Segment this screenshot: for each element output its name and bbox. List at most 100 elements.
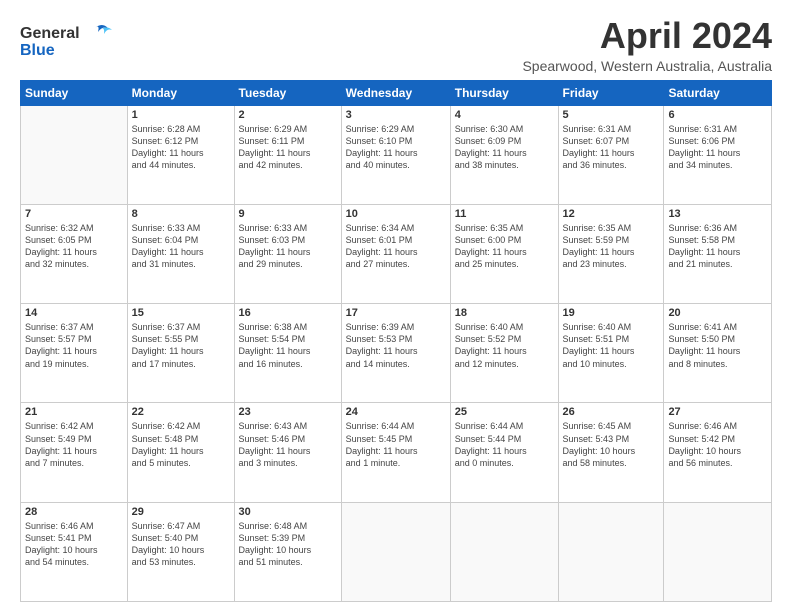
week-row-5: 28 Sunrise: 6:46 AM Sunset: 5:41 PM Dayli…	[21, 502, 772, 601]
svg-text:General: General	[20, 25, 80, 42]
day-cell: 1 Sunrise: 6:28 AM Sunset: 6:12 PM Daylig…	[127, 105, 234, 204]
day-number: 29	[132, 506, 230, 518]
day-number: 4	[455, 109, 554, 121]
day-number: 22	[132, 406, 230, 418]
week-row-2: 7 Sunrise: 6:32 AM Sunset: 6:05 PM Daylig…	[21, 204, 772, 303]
day-cell: 26 Sunrise: 6:45 AM Sunset: 5:43 PM Dayli…	[558, 403, 664, 502]
day-number: 23	[239, 406, 337, 418]
day-number: 9	[239, 208, 337, 220]
header: General Blue April 2024 Spearwood, Weste…	[20, 16, 772, 74]
day-cell	[558, 502, 664, 601]
calendar: Sunday Monday Tuesday Wednesday Thursday…	[20, 80, 772, 602]
day-number: 28	[25, 506, 123, 518]
day-number: 25	[455, 406, 554, 418]
header-friday: Friday	[558, 80, 664, 105]
day-number: 1	[132, 109, 230, 121]
day-number: 18	[455, 307, 554, 319]
day-cell: 27 Sunrise: 6:46 AM Sunset: 5:42 PM Dayli…	[664, 403, 772, 502]
day-info: Sunrise: 6:40 AM Sunset: 5:52 PM Dayligh…	[455, 321, 554, 370]
day-number: 26	[563, 406, 660, 418]
day-info: Sunrise: 6:38 AM Sunset: 5:54 PM Dayligh…	[239, 321, 337, 370]
day-info: Sunrise: 6:46 AM Sunset: 5:42 PM Dayligh…	[668, 420, 767, 469]
day-cell: 30Sunrise: 6:48 AM Sunset: 5:39 PM Dayli…	[234, 502, 341, 601]
day-number: 2	[239, 109, 337, 121]
day-info: Sunrise: 6:48 AM Sunset: 5:39 PM Dayligh…	[239, 520, 337, 569]
day-number: 5	[563, 109, 660, 121]
location-subtitle: Spearwood, Western Australia, Australia	[522, 58, 772, 74]
day-number: 6	[668, 109, 767, 121]
logo-text: General Blue	[20, 20, 115, 67]
day-cell: 25Sunrise: 6:44 AM Sunset: 5:44 PM Dayli…	[450, 403, 558, 502]
day-info: Sunrise: 6:37 AM Sunset: 5:55 PM Dayligh…	[132, 321, 230, 370]
day-info: Sunrise: 6:31 AM Sunset: 6:07 PM Dayligh…	[563, 123, 660, 172]
day-cell: 14 Sunrise: 6:37 AM Sunset: 5:57 PM Dayli…	[21, 304, 128, 403]
day-info: Sunrise: 6:47 AM Sunset: 5:40 PM Dayligh…	[132, 520, 230, 569]
day-number: 16	[239, 307, 337, 319]
header-saturday: Saturday	[664, 80, 772, 105]
svg-text:Blue: Blue	[20, 42, 55, 59]
day-cell: 7 Sunrise: 6:32 AM Sunset: 6:05 PM Daylig…	[21, 204, 128, 303]
header-thursday: Thursday	[450, 80, 558, 105]
day-cell	[664, 502, 772, 601]
day-info: Sunrise: 6:29 AM Sunset: 6:11 PM Dayligh…	[239, 123, 337, 172]
day-info: Sunrise: 6:39 AM Sunset: 5:53 PM Dayligh…	[346, 321, 446, 370]
day-cell: 21Sunrise: 6:42 AM Sunset: 5:49 PM Dayli…	[21, 403, 128, 502]
day-number: 8	[132, 208, 230, 220]
day-info: Sunrise: 6:46 AM Sunset: 5:41 PM Dayligh…	[25, 520, 123, 569]
week-row-4: 21Sunrise: 6:42 AM Sunset: 5:49 PM Dayli…	[21, 403, 772, 502]
day-info: Sunrise: 6:43 AM Sunset: 5:46 PM Dayligh…	[239, 420, 337, 469]
month-title: April 2024	[522, 16, 772, 56]
day-cell: 6Sunrise: 6:31 AM Sunset: 6:06 PM Daylig…	[664, 105, 772, 204]
day-cell: 13 Sunrise: 6:36 AM Sunset: 5:58 PM Dayli…	[664, 204, 772, 303]
day-cell: 15 Sunrise: 6:37 AM Sunset: 5:55 PM Dayli…	[127, 304, 234, 403]
day-number: 13	[668, 208, 767, 220]
day-info: Sunrise: 6:41 AM Sunset: 5:50 PM Dayligh…	[668, 321, 767, 370]
day-info: Sunrise: 6:29 AM Sunset: 6:10 PM Dayligh…	[346, 123, 446, 172]
calendar-table: Sunday Monday Tuesday Wednesday Thursday…	[20, 80, 772, 602]
day-cell: 10Sunrise: 6:34 AM Sunset: 6:01 PM Dayli…	[341, 204, 450, 303]
logo: General Blue	[20, 20, 115, 67]
week-row-3: 14 Sunrise: 6:37 AM Sunset: 5:57 PM Dayli…	[21, 304, 772, 403]
day-cell: 20 Sunrise: 6:41 AM Sunset: 5:50 PM Dayli…	[664, 304, 772, 403]
day-cell: 29 Sunrise: 6:47 AM Sunset: 5:40 PM Dayli…	[127, 502, 234, 601]
day-info: Sunrise: 6:36 AM Sunset: 5:58 PM Dayligh…	[668, 222, 767, 271]
day-number: 3	[346, 109, 446, 121]
day-cell: 24 Sunrise: 6:44 AM Sunset: 5:45 PM Dayli…	[341, 403, 450, 502]
day-info: Sunrise: 6:37 AM Sunset: 5:57 PM Dayligh…	[25, 321, 123, 370]
day-info: Sunrise: 6:34 AM Sunset: 6:01 PM Dayligh…	[346, 222, 446, 271]
day-number: 7	[25, 208, 123, 220]
day-number: 24	[346, 406, 446, 418]
day-cell: 19 Sunrise: 6:40 AM Sunset: 5:51 PM Dayli…	[558, 304, 664, 403]
days-header-row: Sunday Monday Tuesday Wednesday Thursday…	[21, 80, 772, 105]
day-cell: 2 Sunrise: 6:29 AM Sunset: 6:11 PM Daylig…	[234, 105, 341, 204]
day-cell: 9 Sunrise: 6:33 AM Sunset: 6:03 PM Daylig…	[234, 204, 341, 303]
header-monday: Monday	[127, 80, 234, 105]
day-cell: 18 Sunrise: 6:40 AM Sunset: 5:52 PM Dayli…	[450, 304, 558, 403]
day-number: 20	[668, 307, 767, 319]
day-cell: 17Sunrise: 6:39 AM Sunset: 5:53 PM Dayli…	[341, 304, 450, 403]
day-cell: 28 Sunrise: 6:46 AM Sunset: 5:41 PM Dayli…	[21, 502, 128, 601]
day-cell: 16 Sunrise: 6:38 AM Sunset: 5:54 PM Dayli…	[234, 304, 341, 403]
header-sunday: Sunday	[21, 80, 128, 105]
day-number: 19	[563, 307, 660, 319]
day-number: 27	[668, 406, 767, 418]
day-number: 11	[455, 208, 554, 220]
day-info: Sunrise: 6:33 AM Sunset: 6:04 PM Dayligh…	[132, 222, 230, 271]
day-info: Sunrise: 6:33 AM Sunset: 6:03 PM Dayligh…	[239, 222, 337, 271]
day-info: Sunrise: 6:32 AM Sunset: 6:05 PM Dayligh…	[25, 222, 123, 271]
day-info: Sunrise: 6:40 AM Sunset: 5:51 PM Dayligh…	[563, 321, 660, 370]
day-info: Sunrise: 6:28 AM Sunset: 6:12 PM Dayligh…	[132, 123, 230, 172]
header-wednesday: Wednesday	[341, 80, 450, 105]
day-cell: 11Sunrise: 6:35 AM Sunset: 6:00 PM Dayli…	[450, 204, 558, 303]
page: General Blue April 2024 Spearwood, Weste…	[0, 0, 792, 612]
day-info: Sunrise: 6:30 AM Sunset: 6:09 PM Dayligh…	[455, 123, 554, 172]
day-number: 15	[132, 307, 230, 319]
day-cell	[21, 105, 128, 204]
day-number: 12	[563, 208, 660, 220]
day-cell: 12Sunrise: 6:35 AM Sunset: 5:59 PM Dayli…	[558, 204, 664, 303]
day-info: Sunrise: 6:45 AM Sunset: 5:43 PM Dayligh…	[563, 420, 660, 469]
day-cell: 8 Sunrise: 6:33 AM Sunset: 6:04 PM Daylig…	[127, 204, 234, 303]
day-number: 14	[25, 307, 123, 319]
day-info: Sunrise: 6:44 AM Sunset: 5:45 PM Dayligh…	[346, 420, 446, 469]
day-cell	[341, 502, 450, 601]
